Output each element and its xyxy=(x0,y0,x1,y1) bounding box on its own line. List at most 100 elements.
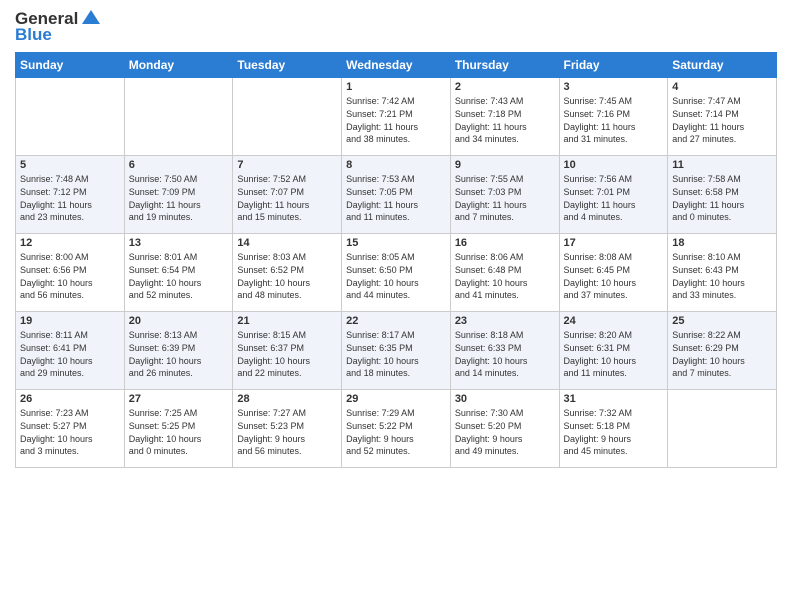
day-number: 23 xyxy=(455,315,555,327)
day-number: 19 xyxy=(20,315,120,327)
calendar-cell: 31 Sunrise: 7:32 AM Sunset: 5:18 PM Dayli… xyxy=(559,390,668,468)
day-info: Sunrise: 8:22 AM Sunset: 6:29 PM Dayligh… xyxy=(672,329,772,379)
day-number: 12 xyxy=(20,237,120,249)
page: General Blue SundayMondayTuesdayWednesda… xyxy=(0,0,792,612)
calendar-cell: 13 Sunrise: 8:01 AM Sunset: 6:54 PM Dayli… xyxy=(124,234,233,312)
weekday-header-monday: Monday xyxy=(124,53,233,78)
day-info: Sunrise: 8:01 AM Sunset: 6:54 PM Dayligh… xyxy=(129,251,229,301)
calendar-cell: 22Sunrise: 8:17 AM Sunset: 6:35 PM Dayli… xyxy=(342,312,451,390)
day-info: Sunrise: 8:17 AM Sunset: 6:35 PM Dayligh… xyxy=(346,329,446,379)
day-number: 30 xyxy=(455,393,555,405)
day-info: Sunrise: 8:06 AM Sunset: 6:48 PM Dayligh… xyxy=(455,251,555,301)
day-info: Sunrise: 7:52 AM Sunset: 7:07 PM Dayligh… xyxy=(237,173,337,223)
calendar-cell xyxy=(233,78,342,156)
calendar-cell: 26 Sunrise: 7:23 AM Sunset: 5:27 PM Dayli… xyxy=(16,390,125,468)
day-info: Sunrise: 7:27 AM Sunset: 5:23 PM Dayligh… xyxy=(237,407,337,457)
day-info: Sunrise: 7:48 AM Sunset: 7:12 PM Dayligh… xyxy=(20,173,120,223)
day-info: Sunrise: 8:18 AM Sunset: 6:33 PM Dayligh… xyxy=(455,329,555,379)
day-info: Sunrise: 8:00 AM Sunset: 6:56 PM Dayligh… xyxy=(20,251,120,301)
weekday-header-wednesday: Wednesday xyxy=(342,53,451,78)
weekday-header-saturday: Saturday xyxy=(668,53,777,78)
day-info: Sunrise: 8:10 AM Sunset: 6:43 PM Dayligh… xyxy=(672,251,772,301)
calendar-cell: 23 Sunrise: 8:18 AM Sunset: 6:33 PM Dayli… xyxy=(450,312,559,390)
calendar-cell: 3Sunrise: 7:45 AM Sunset: 7:16 PM Daylig… xyxy=(559,78,668,156)
calendar-cell: 25 Sunrise: 8:22 AM Sunset: 6:29 PM Dayli… xyxy=(668,312,777,390)
day-number: 14 xyxy=(237,237,337,249)
day-info: Sunrise: 7:47 AM Sunset: 7:14 PM Dayligh… xyxy=(672,95,772,145)
logo: General Blue xyxy=(15,10,102,44)
calendar-cell xyxy=(668,390,777,468)
calendar-cell: 14 Sunrise: 8:03 AM Sunset: 6:52 PM Dayli… xyxy=(233,234,342,312)
calendar-cell xyxy=(124,78,233,156)
calendar-cell: 5 Sunrise: 7:48 AM Sunset: 7:12 PM Daylig… xyxy=(16,156,125,234)
day-number: 16 xyxy=(455,237,555,249)
day-info: Sunrise: 7:23 AM Sunset: 5:27 PM Dayligh… xyxy=(20,407,120,457)
calendar-cell: 8Sunrise: 7:53 AM Sunset: 7:05 PM Daylig… xyxy=(342,156,451,234)
calendar-cell: 17 Sunrise: 8:08 AM Sunset: 6:45 PM Dayli… xyxy=(559,234,668,312)
calendar-cell: 6 Sunrise: 7:50 AM Sunset: 7:09 PM Daylig… xyxy=(124,156,233,234)
day-number: 5 xyxy=(20,159,120,171)
day-number: 15 xyxy=(346,237,446,249)
day-info: Sunrise: 7:29 AM Sunset: 5:22 PM Dayligh… xyxy=(346,407,446,457)
day-info: Sunrise: 7:50 AM Sunset: 7:09 PM Dayligh… xyxy=(129,173,229,223)
day-number: 20 xyxy=(129,315,229,327)
calendar-cell: 28 Sunrise: 7:27 AM Sunset: 5:23 PM Dayli… xyxy=(233,390,342,468)
day-number: 8 xyxy=(346,159,446,171)
day-info: Sunrise: 7:45 AM Sunset: 7:16 PM Dayligh… xyxy=(564,95,664,145)
day-info: Sunrise: 8:20 AM Sunset: 6:31 PM Dayligh… xyxy=(564,329,664,379)
calendar-cell: 19Sunrise: 8:11 AM Sunset: 6:41 PM Dayli… xyxy=(16,312,125,390)
day-number: 6 xyxy=(129,159,229,171)
day-number: 11 xyxy=(672,159,772,171)
day-number: 13 xyxy=(129,237,229,249)
calendar-cell: 7Sunrise: 7:52 AM Sunset: 7:07 PM Daylig… xyxy=(233,156,342,234)
day-info: Sunrise: 7:32 AM Sunset: 5:18 PM Dayligh… xyxy=(564,407,664,457)
day-info: Sunrise: 7:30 AM Sunset: 5:20 PM Dayligh… xyxy=(455,407,555,457)
header: General Blue xyxy=(15,10,777,44)
week-row-3: 12 Sunrise: 8:00 AM Sunset: 6:56 PM Dayli… xyxy=(16,234,777,312)
calendar-cell: 30 Sunrise: 7:30 AM Sunset: 5:20 PM Dayli… xyxy=(450,390,559,468)
calendar-cell: 16 Sunrise: 8:06 AM Sunset: 6:48 PM Dayli… xyxy=(450,234,559,312)
weekday-header-tuesday: Tuesday xyxy=(233,53,342,78)
calendar-cell: 12 Sunrise: 8:00 AM Sunset: 6:56 PM Dayli… xyxy=(16,234,125,312)
weekday-header-thursday: Thursday xyxy=(450,53,559,78)
day-number: 25 xyxy=(672,315,772,327)
weekday-header-sunday: Sunday xyxy=(16,53,125,78)
calendar-cell: 20 Sunrise: 8:13 AM Sunset: 6:39 PM Dayli… xyxy=(124,312,233,390)
day-info: Sunrise: 8:05 AM Sunset: 6:50 PM Dayligh… xyxy=(346,251,446,301)
calendar-cell xyxy=(16,78,125,156)
calendar-cell: 1 Sunrise: 7:42 AM Sunset: 7:21 PM Daylig… xyxy=(342,78,451,156)
day-info: Sunrise: 8:03 AM Sunset: 6:52 PM Dayligh… xyxy=(237,251,337,301)
logo-blue: Blue xyxy=(15,26,102,45)
calendar-cell: 18Sunrise: 8:10 AM Sunset: 6:43 PM Dayli… xyxy=(668,234,777,312)
day-info: Sunrise: 8:13 AM Sunset: 6:39 PM Dayligh… xyxy=(129,329,229,379)
day-info: Sunrise: 7:43 AM Sunset: 7:18 PM Dayligh… xyxy=(455,95,555,145)
day-number: 24 xyxy=(564,315,664,327)
calendar-cell: 29 Sunrise: 7:29 AM Sunset: 5:22 PM Dayli… xyxy=(342,390,451,468)
day-number: 31 xyxy=(564,393,664,405)
day-number: 21 xyxy=(237,315,337,327)
day-number: 4 xyxy=(672,81,772,93)
day-info: Sunrise: 8:08 AM Sunset: 6:45 PM Dayligh… xyxy=(564,251,664,301)
calendar-cell: 15 Sunrise: 8:05 AM Sunset: 6:50 PM Dayli… xyxy=(342,234,451,312)
week-row-4: 19Sunrise: 8:11 AM Sunset: 6:41 PM Dayli… xyxy=(16,312,777,390)
day-info: Sunrise: 7:25 AM Sunset: 5:25 PM Dayligh… xyxy=(129,407,229,457)
day-number: 29 xyxy=(346,393,446,405)
day-info: Sunrise: 7:42 AM Sunset: 7:21 PM Dayligh… xyxy=(346,95,446,145)
day-number: 9 xyxy=(455,159,555,171)
day-number: 2 xyxy=(455,81,555,93)
calendar-cell: 9 Sunrise: 7:55 AM Sunset: 7:03 PM Daylig… xyxy=(450,156,559,234)
weekday-header-friday: Friday xyxy=(559,53,668,78)
day-number: 26 xyxy=(20,393,120,405)
day-number: 28 xyxy=(237,393,337,405)
day-number: 10 xyxy=(564,159,664,171)
calendar-table: SundayMondayTuesdayWednesdayThursdayFrid… xyxy=(15,52,777,468)
day-info: Sunrise: 7:55 AM Sunset: 7:03 PM Dayligh… xyxy=(455,173,555,223)
calendar-cell: 11 Sunrise: 7:58 AM Sunset: 6:58 PM Dayli… xyxy=(668,156,777,234)
week-row-5: 26 Sunrise: 7:23 AM Sunset: 5:27 PM Dayli… xyxy=(16,390,777,468)
day-info: Sunrise: 7:56 AM Sunset: 7:01 PM Dayligh… xyxy=(564,173,664,223)
day-info: Sunrise: 7:58 AM Sunset: 6:58 PM Dayligh… xyxy=(672,173,772,223)
day-number: 1 xyxy=(346,81,446,93)
calendar-cell: 21Sunrise: 8:15 AM Sunset: 6:37 PM Dayli… xyxy=(233,312,342,390)
day-number: 17 xyxy=(564,237,664,249)
calendar-cell: 24 Sunrise: 8:20 AM Sunset: 6:31 PM Dayli… xyxy=(559,312,668,390)
